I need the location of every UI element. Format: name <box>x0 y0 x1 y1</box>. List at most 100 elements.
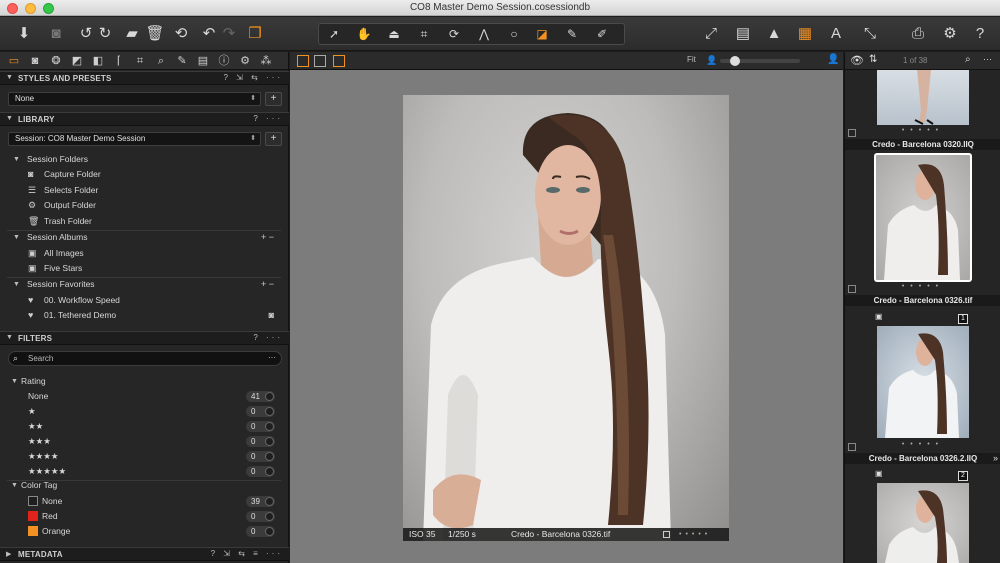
library-section-header[interactable]: ▼ LIBRARY ? ··· <box>0 112 289 126</box>
zoom-fit-label[interactable]: Fit <box>687 55 696 64</box>
compare-icon[interactable]: ▤ <box>733 24 753 44</box>
folder-move-icon[interactable]: ▰ <box>122 24 142 44</box>
rating-filter-3[interactable]: ★★★ 0 <box>0 434 288 449</box>
text-icon[interactable]: A <box>826 24 846 44</box>
library-item-trash[interactable]: 🗑 Trash Folder <box>0 214 288 229</box>
color-tag-filter-orange[interactable]: Orange 0 <box>0 524 288 539</box>
composition-tab-icon[interactable]: ⌈ <box>110 54 128 68</box>
add-remove-favorite-icon[interactable]: + − <box>261 277 274 292</box>
styles-dropdown[interactable]: None ⬍ <box>8 92 261 106</box>
library-item-workflow-speed[interactable]: ♥ 00. Workflow Speed <box>0 293 288 308</box>
metadata-tab-icon[interactable]: ⓘ <box>215 54 233 68</box>
session-folders-group[interactable]: ▼ Session Folders <box>0 152 288 167</box>
add-style-button[interactable]: + <box>265 92 282 106</box>
details-tab-icon[interactable]: ⌕ <box>152 54 170 68</box>
rating-dots[interactable]: ••••• <box>845 127 1000 134</box>
sort-icon[interactable]: ⇅ <box>869 54 877 65</box>
undo-icon[interactable]: ↶ <box>199 24 219 44</box>
section-controls-icon[interactable]: ? ⇲ ⇆ ≡ ··· <box>211 549 283 558</box>
library-item-selects[interactable]: ☰ Selects Folder <box>0 183 288 198</box>
color-tag-filter-none[interactable]: None 39 <box>0 494 288 509</box>
library-item-output[interactable]: ⚙ Output Folder <box>0 198 288 213</box>
multi-view-icon[interactable] <box>297 55 309 67</box>
batch-tab-icon[interactable]: ⁂ <box>257 54 275 68</box>
lens-tab-icon[interactable]: ◧ <box>89 54 107 68</box>
main-photo[interactable] <box>403 95 729 541</box>
rating-filter-4[interactable]: ★★★★ 0 <box>0 449 288 464</box>
color-tab-icon[interactable]: ❂ <box>47 54 65 68</box>
color-tag-group[interactable]: ▼ Color Tag <box>0 478 288 493</box>
grid-icon[interactable]: ▦ <box>795 24 815 44</box>
fullscreen-icon[interactable]: ⤡ <box>860 24 880 44</box>
section-controls-icon[interactable]: ? ··· <box>253 114 283 123</box>
library-tab-icon[interactable]: ▭ <box>5 54 23 68</box>
crop-tab-icon[interactable]: ⌗ <box>131 54 149 68</box>
rating-dots[interactable]: ••••• <box>679 528 711 541</box>
pan-icon[interactable]: ✋ <box>351 24 377 44</box>
settings-tab-icon[interactable]: ⚙ <box>236 54 254 68</box>
filter-search-input[interactable]: ⌕ Search ··· <box>8 351 282 366</box>
single-view-icon[interactable] <box>314 55 326 67</box>
section-controls-icon[interactable]: ? ··· <box>253 333 283 342</box>
help-icon[interactable]: ? <box>970 24 990 44</box>
import-icon[interactable]: ⬇ <box>14 24 34 44</box>
session-albums-group[interactable]: ▼ Session Albums + − <box>0 230 288 245</box>
thumbnail-1[interactable]: ••••• Credo - Barcelona 0320.IIQ <box>845 70 1000 150</box>
primary-variant-icon[interactable] <box>333 55 345 67</box>
warning-icon[interactable]: ▲ <box>764 24 784 44</box>
session-favorites-group[interactable]: ▼ Session Favorites + − <box>0 277 288 292</box>
rating-dots[interactable]: ••••• <box>845 441 1000 448</box>
more-options-icon[interactable]: ··· <box>268 353 276 362</box>
trash-icon[interactable]: 🗑 <box>145 24 165 44</box>
undo-last-icon[interactable]: ⟲ <box>171 24 191 44</box>
color-tag-filter-red[interactable]: Red 0 <box>0 509 288 524</box>
library-item-five-stars[interactable]: ▣ Five Stars <box>0 261 288 276</box>
zoom-slider-handle[interactable] <box>730 56 740 66</box>
rating-filter-5[interactable]: ★★★★★ 0 <box>0 464 288 479</box>
rating-filter-none[interactable]: None 41 <box>0 389 288 404</box>
add-session-button[interactable]: + <box>265 132 282 146</box>
thumbnail-3[interactable]: ▣ 1 ••••• Credo - Barcelona 0326.2.IIQ » <box>845 310 1000 467</box>
exposure-tab-icon[interactable]: ◩ <box>68 54 86 68</box>
search-icon[interactable]: ⌕ <box>965 54 971 65</box>
styles-section-header[interactable]: ▼ STYLES AND PRESETS ? ⇲ ⇆ ··· <box>0 71 289 85</box>
picker-icon[interactable]: ✐ <box>589 24 615 44</box>
spot-icon[interactable]: ○ <box>501 24 527 44</box>
rating-group[interactable]: ▼ Rating <box>0 374 288 389</box>
thumbnail-4[interactable]: ▣ 2 <box>845 467 1000 563</box>
loupe-icon[interactable]: ⏏ <box>381 24 407 44</box>
rotate-icon[interactable]: ⟳ <box>441 24 467 44</box>
add-remove-album-icon[interactable]: + − <box>261 230 274 245</box>
brush-icon[interactable]: ✎ <box>559 24 585 44</box>
thumbnail-2[interactable]: ••••• Credo - Barcelona 0326.tif <box>845 151 1000 307</box>
expand-icon[interactable]: ⤢ <box>701 24 721 44</box>
filters-section-header[interactable]: ▼ FILTERS ? ··· <box>0 331 289 345</box>
metadata-section-header[interactable]: ▶ METADATA ? ⇲ ⇆ ≡ ··· <box>0 547 289 561</box>
settings-icon[interactable]: ⚙ <box>940 24 960 44</box>
keystone-icon[interactable]: ⋀ <box>471 24 497 44</box>
rotate-left-icon[interactable]: ↺ <box>76 24 96 44</box>
print-icon[interactable]: ⎙ <box>908 24 928 44</box>
crop-icon[interactable]: ⌗ <box>411 24 437 44</box>
rating-filter-1[interactable]: ★ 0 <box>0 404 288 419</box>
session-dropdown[interactable]: Session: CO8 Master Demo Session ⬍ <box>8 132 261 146</box>
eye-icon[interactable]: 👁 <box>850 54 864 67</box>
camera-icon[interactable]: ◙ <box>46 24 66 44</box>
library-item-tethered-demo[interactable]: ♥ 01. Tethered Demo ◙ <box>0 308 288 323</box>
rating-dots[interactable]: ••••• <box>845 283 1000 290</box>
select-checkbox[interactable] <box>663 531 670 538</box>
library-item-capture[interactable]: ◙ Capture Folder <box>0 167 288 182</box>
rating-filter-2[interactable]: ★★ 0 <box>0 419 288 434</box>
capture-tab-icon[interactable]: ◙ <box>26 54 44 68</box>
chevron-right-icon[interactable]: » <box>993 453 998 463</box>
select-icon[interactable]: ➚ <box>321 24 347 44</box>
adjustments-tab-icon[interactable]: ✎ <box>173 54 191 68</box>
section-controls-icon[interactable]: ? ⇲ ⇆ ··· <box>223 73 283 82</box>
library-item-all-images[interactable]: ▣ All Images <box>0 246 288 261</box>
rotate-right-icon[interactable]: ↻ <box>95 24 115 44</box>
stack-icon[interactable]: ❐ <box>245 24 265 44</box>
output-tab-icon[interactable]: ▤ <box>194 54 212 68</box>
more-options-icon[interactable]: ··· <box>983 54 992 64</box>
mask-icon[interactable]: ◪ <box>529 24 555 44</box>
redo-icon[interactable]: ↷ <box>219 24 239 44</box>
